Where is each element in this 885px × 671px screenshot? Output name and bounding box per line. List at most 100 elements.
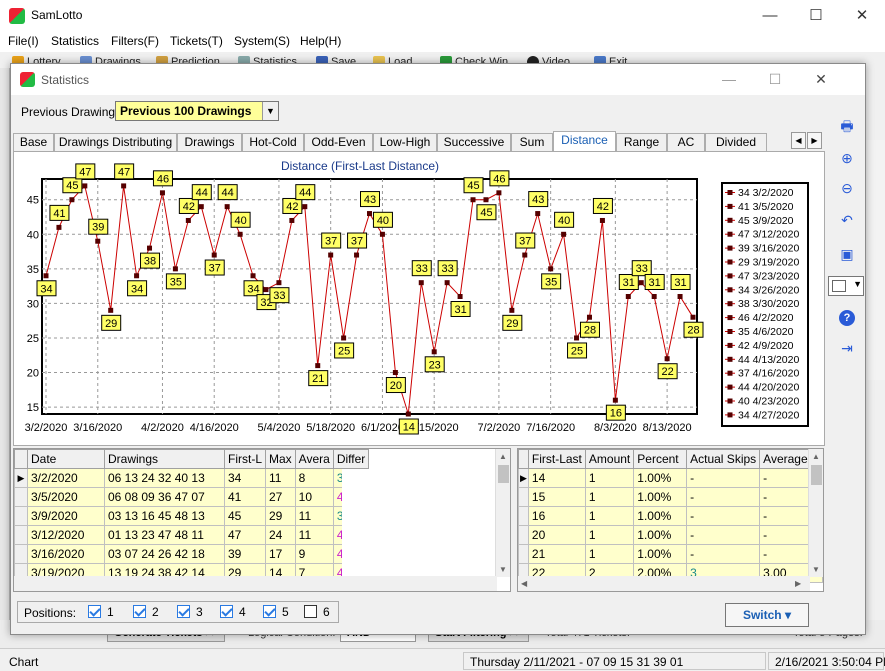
table-row[interactable]: 20 1 1.00% - -: [518, 525, 823, 545]
table-row[interactable]: 16 1 1.00% - -: [518, 506, 823, 526]
tab-scroll-right-button[interactable]: ▶: [807, 132, 822, 149]
col-date[interactable]: Date: [27, 449, 105, 469]
tab-successive[interactable]: Successive: [437, 133, 511, 152]
table-row[interactable]: 3/12/2020 01 13 23 47 48 11 47 24 11 4: [14, 525, 370, 545]
col-max[interactable]: Max: [265, 449, 296, 469]
row-indicator[interactable]: [14, 487, 28, 507]
table-cell[interactable]: 29: [265, 506, 296, 526]
table-cell[interactable]: 27: [265, 487, 296, 507]
table-cell[interactable]: 15: [527, 487, 586, 507]
scroll-down-icon[interactable]: ▼: [499, 565, 507, 574]
scroll-down-icon[interactable]: ▼: [812, 565, 820, 574]
table-cell[interactable]: 1: [584, 487, 635, 507]
position-6-checkbox[interactable]: 6: [304, 605, 330, 619]
table-cell[interactable]: 34: [224, 468, 266, 488]
table-cell[interactable]: 03 13 16 45 48 13: [104, 506, 225, 526]
menu-system[interactable]: System(S): [234, 34, 290, 48]
table-cell[interactable]: 1: [584, 525, 635, 545]
minimize-button[interactable]: —: [747, 0, 793, 31]
current-row-indicator-icon[interactable]: ▶: [518, 468, 529, 488]
tab-hot-cold[interactable]: Hot-Cold: [242, 133, 304, 152]
row-indicator[interactable]: [518, 506, 529, 526]
table-cell[interactable]: 1.00%: [633, 506, 688, 526]
scroll-left-icon[interactable]: ◀: [521, 579, 527, 588]
table-cell[interactable]: 3/2/2020: [27, 468, 105, 488]
table-cell[interactable]: 03 07 24 26 42 18: [104, 544, 225, 564]
printer-icon[interactable]: 🖶: [837, 116, 857, 136]
menu-help[interactable]: Help(H): [300, 34, 341, 48]
table-cell[interactable]: -: [686, 544, 761, 564]
menu-tickets[interactable]: Tickets(T): [170, 34, 223, 48]
row-indicator[interactable]: [14, 525, 28, 545]
table-cell[interactable]: -: [686, 487, 761, 507]
current-row-indicator-icon[interactable]: ▶: [14, 468, 28, 488]
table-cell[interactable]: 01 13 23 47 48 11: [104, 525, 225, 545]
table-cell[interactable]: -: [686, 525, 761, 545]
tab-sum[interactable]: Sum: [511, 133, 553, 152]
scroll-up-icon[interactable]: ▲: [499, 452, 507, 461]
col-actual-skips[interactable]: Actual Skips: [686, 449, 761, 469]
table-cell[interactable]: 41: [224, 487, 266, 507]
scroll-thumb[interactable]: [498, 465, 509, 483]
scroll-thumb[interactable]: [811, 465, 822, 485]
row-indicator[interactable]: [14, 506, 28, 526]
close-button[interactable]: ✕: [839, 0, 885, 31]
table-cell[interactable]: 1: [584, 468, 635, 488]
tab-low-high[interactable]: Low-High: [373, 133, 437, 152]
exit-icon[interactable]: ⇥: [837, 338, 857, 358]
tab-odd-even[interactable]: Odd-Even: [304, 133, 373, 152]
table-cell[interactable]: 45: [224, 506, 266, 526]
dialog-close-button[interactable]: ✕: [798, 64, 844, 95]
table-row[interactable]: ▶ 14 1 1.00% - -: [518, 468, 823, 488]
checkbox-icon[interactable]: [177, 605, 190, 618]
tab-drawings[interactable]: Drawings: [177, 133, 242, 152]
row-indicator[interactable]: [518, 525, 529, 545]
dialog-minimize-button[interactable]: —: [706, 64, 752, 95]
table-cell[interactable]: 11: [294, 525, 334, 545]
position-2-checkbox[interactable]: 2: [133, 605, 159, 619]
row-indicator[interactable]: [14, 544, 28, 564]
tab-scroll-left-button[interactable]: ◀: [791, 132, 806, 149]
checkbox-icon[interactable]: [133, 605, 146, 618]
maximize-button[interactable]: ☐: [793, 0, 839, 31]
checkbox-icon[interactable]: [263, 605, 276, 618]
table-cell[interactable]: 11: [265, 468, 296, 488]
table-cell[interactable]: 39: [224, 544, 266, 564]
switch-button[interactable]: Switch ▾: [725, 603, 809, 627]
table-cell[interactable]: 21: [527, 544, 586, 564]
stats-grid-vscroll[interactable]: ▲ ▼: [808, 449, 823, 577]
position-3-checkbox[interactable]: 3: [177, 605, 203, 619]
checkbox-icon[interactable]: [220, 605, 233, 618]
checkbox-icon[interactable]: [88, 605, 101, 618]
checkbox-icon[interactable]: [304, 605, 317, 618]
tab-base[interactable]: Base: [13, 133, 54, 152]
help-icon[interactable]: ?: [839, 310, 855, 326]
drawings-grid-vscroll[interactable]: ▲ ▼: [495, 449, 510, 577]
col-amount[interactable]: Amount: [584, 449, 635, 469]
col-difference[interactable]: Differ: [332, 449, 370, 469]
table-cell[interactable]: 3/12/2020: [27, 525, 105, 545]
tab-distance[interactable]: Distance: [553, 131, 616, 152]
table-cell[interactable]: 1.00%: [633, 525, 688, 545]
col-first-last[interactable]: First-Last: [527, 449, 586, 469]
scroll-up-icon[interactable]: ▲: [812, 452, 820, 461]
table-row[interactable]: 3/5/2020 06 08 09 36 47 07 41 27 10 4: [14, 487, 370, 507]
position-5-checkbox[interactable]: 5: [263, 605, 289, 619]
scroll-right-icon[interactable]: ▶: [795, 579, 801, 588]
previous-drawings-select[interactable]: Previous 100 Drawings ▼: [115, 101, 279, 121]
row-indicator[interactable]: [518, 544, 529, 564]
table-cell[interactable]: 47: [224, 525, 266, 545]
col-percent[interactable]: Percent: [633, 449, 688, 469]
table-cell[interactable]: 1: [584, 544, 635, 564]
table-cell[interactable]: 11: [294, 506, 334, 526]
col-first-last[interactable]: First-L: [224, 449, 266, 469]
table-cell[interactable]: 1: [584, 506, 635, 526]
dialog-maximize-button[interactable]: ☐: [752, 64, 798, 95]
position-4-checkbox[interactable]: 4: [220, 605, 246, 619]
table-cell[interactable]: 3/5/2020: [27, 487, 105, 507]
menu-statistics[interactable]: Statistics: [51, 34, 99, 48]
position-1-checkbox[interactable]: 1: [88, 605, 114, 619]
drawings-grid-hscroll[interactable]: [14, 576, 497, 591]
table-cell[interactable]: 14: [527, 468, 586, 488]
table-cell[interactable]: 20: [527, 525, 586, 545]
